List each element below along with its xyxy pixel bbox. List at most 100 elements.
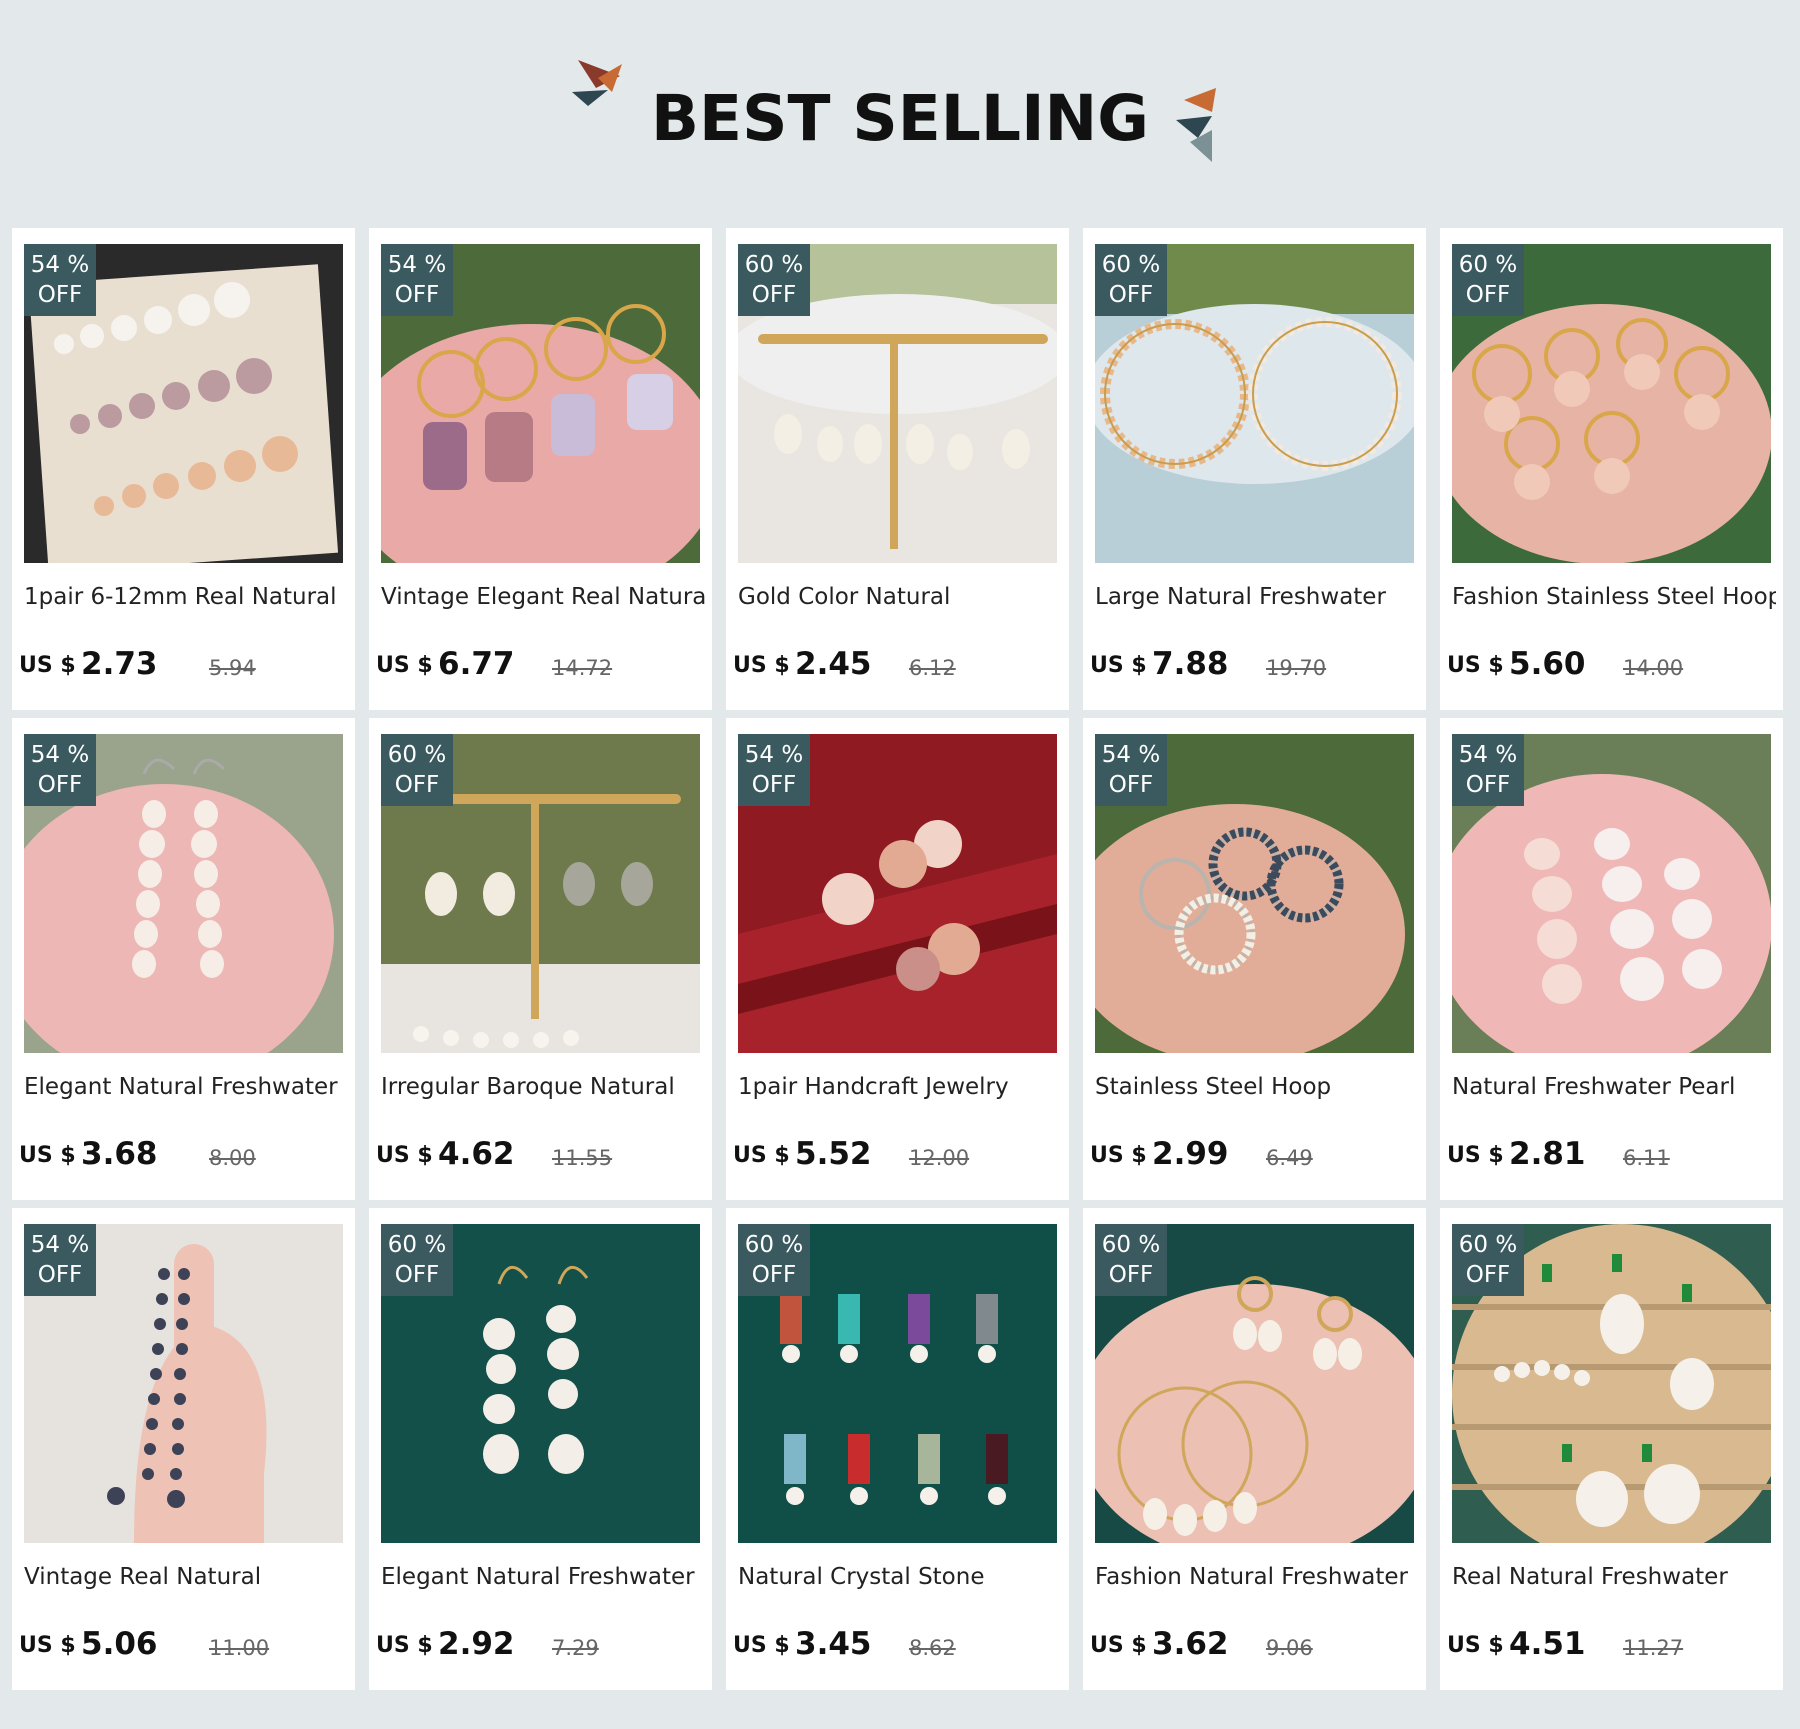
product-title[interactable]: Natural Freshwater Pearl: [1452, 1074, 1776, 1100]
discount-badge: 54 % OFF: [24, 734, 96, 806]
product-card[interactable]: 54 % OFF Vintage Elegant Real Natural US …: [369, 228, 712, 710]
product-image[interactable]: 60 % OFF: [381, 1224, 700, 1543]
original-price: 11.00: [209, 1636, 270, 1660]
original-price: 7.29: [552, 1636, 599, 1660]
product-image[interactable]: 54 % OFF: [738, 734, 1057, 1053]
sale-price: 5.52: [795, 1136, 872, 1172]
price-row: US $ 5.60 14.00: [1447, 646, 1777, 686]
discount-badge: 60 % OFF: [738, 1224, 810, 1296]
product-card[interactable]: 60 % OFF Fashion Natural Freshwater US $ …: [1083, 1208, 1426, 1690]
product-title[interactable]: Large Natural Freshwater: [1095, 584, 1419, 610]
product-card[interactable]: 60 % OFF Elegant Natural Freshwater US $ …: [369, 1208, 712, 1690]
price-row: US $ 3.68 8.00: [19, 1136, 349, 1176]
product-title[interactable]: Vintage Real Natural: [24, 1564, 348, 1590]
product-title[interactable]: Stainless Steel Hoop: [1095, 1074, 1419, 1100]
product-title[interactable]: Fashion Natural Freshwater: [1095, 1564, 1419, 1590]
product-card[interactable]: 54 % OFF Stainless Steel Hoop US $ 2.99 6…: [1083, 718, 1426, 1200]
product-title[interactable]: Elegant Natural Freshwater: [381, 1564, 705, 1590]
original-price: 6.11: [1623, 1146, 1670, 1170]
price-row: US $ 2.81 6.11: [1447, 1136, 1777, 1176]
original-price: 14.72: [552, 656, 613, 680]
currency-label: US $: [1447, 653, 1504, 678]
product-title[interactable]: Real Natural Freshwater: [1452, 1564, 1776, 1590]
sale-price: 2.45: [795, 646, 872, 682]
product-title[interactable]: Elegant Natural Freshwater: [24, 1074, 348, 1100]
original-price: 9.06: [1266, 1636, 1313, 1660]
product-card[interactable]: 54 % OFF 1pair Handcraft Jewelry US $ 5.5…: [726, 718, 1069, 1200]
price-row: US $ 4.51 11.27: [1447, 1626, 1777, 1666]
product-image[interactable]: 60 % OFF: [738, 244, 1057, 563]
product-title[interactable]: Gold Color Natural: [738, 584, 1062, 610]
product-image[interactable]: 60 % OFF: [1095, 1224, 1414, 1543]
currency-label: US $: [1447, 1143, 1504, 1168]
sale-price: 7.88: [1152, 646, 1229, 682]
discount-badge: 60 % OFF: [738, 244, 810, 316]
price-row: US $ 2.73 5.94: [19, 646, 349, 686]
price-row: US $ 4.62 11.55: [376, 1136, 706, 1176]
price-row: US $ 2.92 7.29: [376, 1626, 706, 1666]
product-image[interactable]: 60 % OFF: [1452, 244, 1771, 563]
product-grid: 54 % OFF 1pair 6-12mm Real Natural US $ 2…: [12, 228, 1783, 1690]
currency-label: US $: [733, 1143, 790, 1168]
currency-label: US $: [19, 1633, 76, 1658]
product-title[interactable]: Natural Crystal Stone: [738, 1564, 1062, 1590]
sale-price: 3.62: [1152, 1626, 1229, 1662]
sale-price: 6.77: [438, 646, 515, 682]
currency-label: US $: [1090, 1143, 1147, 1168]
original-price: 11.55: [552, 1146, 613, 1170]
price-row: US $ 5.06 11.00: [19, 1626, 349, 1666]
currency-label: US $: [733, 1633, 790, 1658]
product-card[interactable]: 60 % OFF Fashion Stainless Steel Hoop US …: [1440, 228, 1783, 710]
product-title[interactable]: Fashion Stainless Steel Hoop: [1452, 584, 1776, 610]
product-title[interactable]: 1pair Handcraft Jewelry: [738, 1074, 1062, 1100]
sale-price: 2.92: [438, 1626, 515, 1662]
sale-price: 5.60: [1509, 646, 1586, 682]
product-card[interactable]: 54 % OFF Elegant Natural Freshwater US $ …: [12, 718, 355, 1200]
product-image[interactable]: 60 % OFF: [1095, 244, 1414, 563]
original-price: 5.94: [209, 656, 256, 680]
sale-price: 4.51: [1509, 1626, 1586, 1662]
discount-badge: 54 % OFF: [738, 734, 810, 806]
original-price: 14.00: [1623, 656, 1684, 680]
sale-price: 2.73: [81, 646, 158, 682]
page-title: BEST SELLING: [651, 82, 1149, 155]
product-image[interactable]: 60 % OFF: [738, 1224, 1057, 1543]
original-price: 12.00: [909, 1146, 970, 1170]
price-row: US $ 3.62 9.06: [1090, 1626, 1420, 1666]
discount-badge: 54 % OFF: [1095, 734, 1167, 806]
product-card[interactable]: 60 % OFF Natural Crystal Stone US $ 3.45 …: [726, 1208, 1069, 1690]
product-card[interactable]: 54 % OFF 1pair 6-12mm Real Natural US $ 2…: [12, 228, 355, 710]
product-image[interactable]: 60 % OFF: [381, 734, 700, 1053]
product-image[interactable]: 54 % OFF: [1095, 734, 1414, 1053]
product-card[interactable]: 54 % OFF Vintage Real Natural US $ 5.06 1…: [12, 1208, 355, 1690]
discount-badge: 54 % OFF: [1452, 734, 1524, 806]
product-image[interactable]: 54 % OFF: [24, 1224, 343, 1543]
discount-badge: 60 % OFF: [381, 1224, 453, 1296]
currency-label: US $: [376, 653, 433, 678]
currency-label: US $: [733, 653, 790, 678]
product-title[interactable]: 1pair 6-12mm Real Natural: [24, 584, 348, 610]
currency-label: US $: [376, 1143, 433, 1168]
price-row: US $ 7.88 19.70: [1090, 646, 1420, 686]
product-card[interactable]: 54 % OFF Natural Freshwater Pearl US $ 2.…: [1440, 718, 1783, 1200]
product-image[interactable]: 54 % OFF: [381, 244, 700, 563]
product-image[interactable]: 60 % OFF: [1452, 1224, 1771, 1543]
original-price: 19.70: [1266, 656, 1327, 680]
product-image[interactable]: 54 % OFF: [24, 244, 343, 563]
product-image[interactable]: 54 % OFF: [24, 734, 343, 1053]
product-title[interactable]: Vintage Elegant Real Natural: [381, 584, 705, 610]
product-card[interactable]: 60 % OFF Gold Color Natural US $ 2.45 6.1…: [726, 228, 1069, 710]
product-card[interactable]: 60 % OFF Irregular Baroque Natural US $ 4…: [369, 718, 712, 1200]
price-row: US $ 2.99 6.49: [1090, 1136, 1420, 1176]
currency-label: US $: [19, 653, 76, 678]
product-card[interactable]: 60 % OFF Large Natural Freshwater US $ 7.…: [1083, 228, 1426, 710]
product-title[interactable]: Irregular Baroque Natural: [381, 1074, 705, 1100]
original-price: 6.49: [1266, 1146, 1313, 1170]
product-card[interactable]: 60 % OFF Real Natural Freshwater US $ 4.5…: [1440, 1208, 1783, 1690]
discount-badge: 60 % OFF: [1452, 244, 1524, 316]
product-image[interactable]: 54 % OFF: [1452, 734, 1771, 1053]
discount-badge: 60 % OFF: [1095, 244, 1167, 316]
currency-label: US $: [376, 1633, 433, 1658]
currency-label: US $: [1090, 653, 1147, 678]
discount-badge: 54 % OFF: [381, 244, 453, 316]
